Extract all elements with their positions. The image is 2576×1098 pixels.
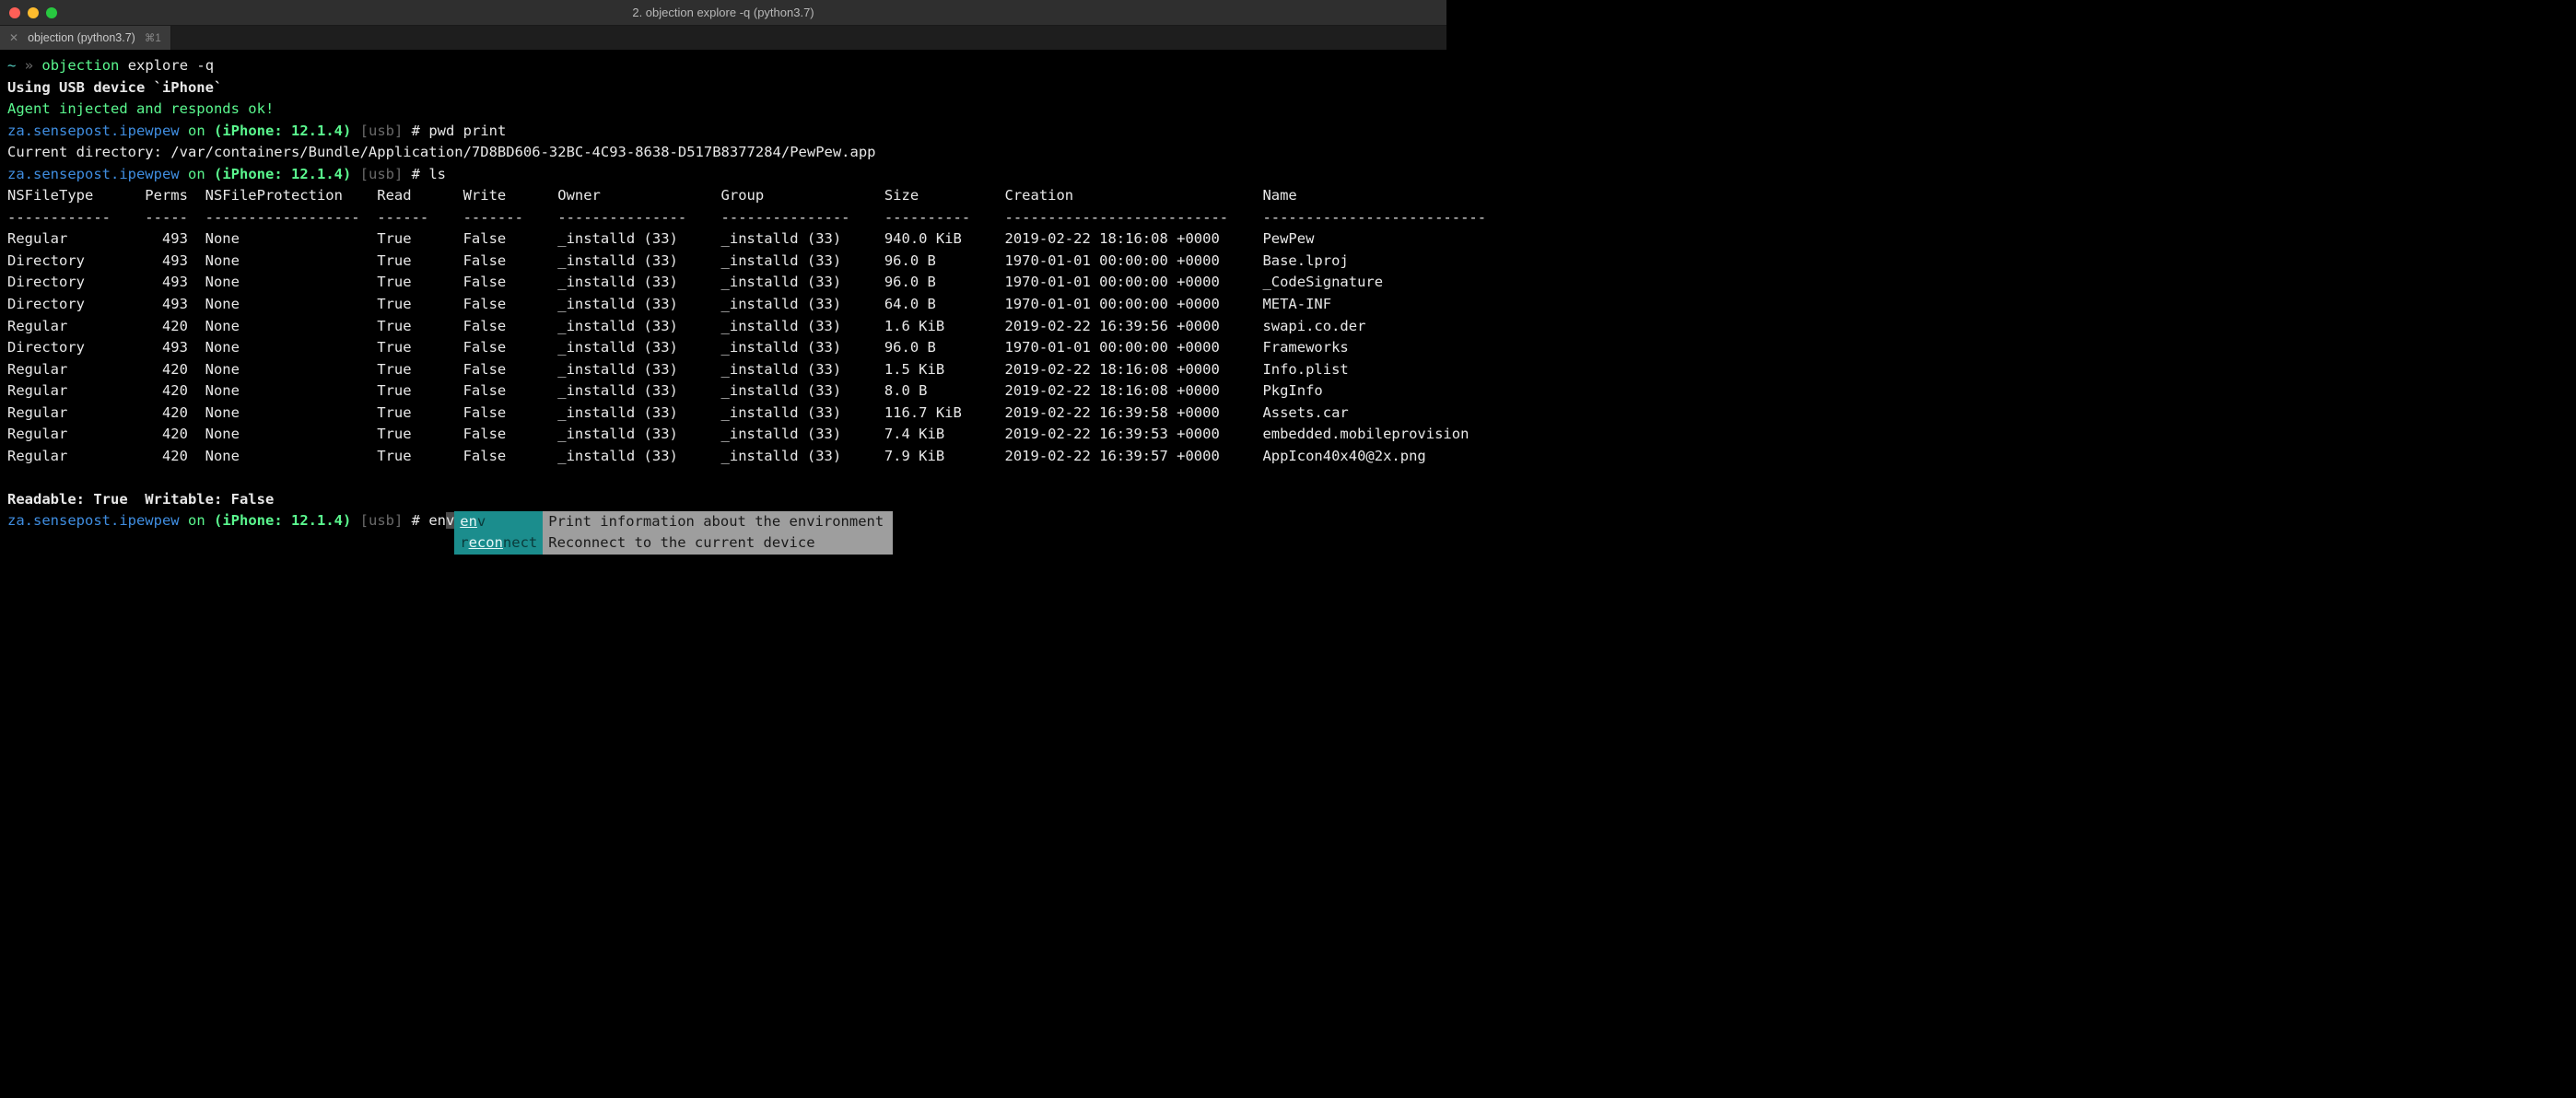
autocomplete-popup[interactable]: env reconnect Print information about th… bbox=[454, 511, 893, 555]
tabbar: ✕ objection (python3.7) ⌘1 bbox=[0, 26, 1446, 50]
autocomplete-description: Reconnect to the current device bbox=[548, 532, 884, 555]
traffic-lights bbox=[0, 7, 57, 18]
window-title: 2. objection explore -q (python3.7) bbox=[632, 6, 814, 19]
tab-label: objection (python3.7) bbox=[28, 31, 135, 44]
autocomplete-item[interactable]: env bbox=[460, 511, 537, 533]
tab-shortcut: ⌘1 bbox=[145, 31, 161, 44]
maximize-icon[interactable] bbox=[46, 7, 57, 18]
autocomplete-description: Print information about the environment bbox=[548, 511, 884, 533]
close-icon[interactable]: ✕ bbox=[9, 31, 18, 44]
close-icon[interactable] bbox=[9, 7, 20, 18]
autocomplete-item[interactable]: reconnect bbox=[460, 532, 537, 555]
minimize-icon[interactable] bbox=[28, 7, 39, 18]
titlebar: 2. objection explore -q (python3.7) bbox=[0, 0, 1446, 26]
tab-objection[interactable]: ✕ objection (python3.7) ⌘1 bbox=[0, 26, 171, 50]
terminal-output[interactable]: ~ » objection explore -q Using USB devic… bbox=[0, 50, 1446, 538]
